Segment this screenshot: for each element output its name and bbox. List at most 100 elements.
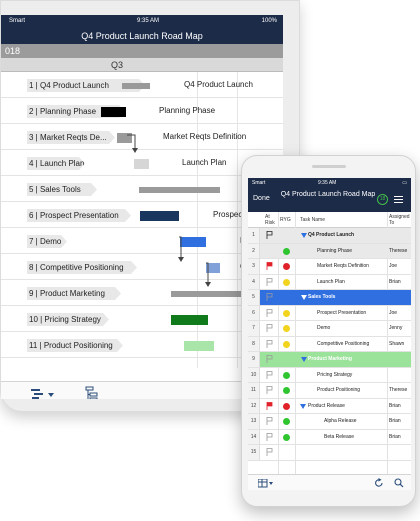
column-ryg[interactable]: RYG	[280, 217, 291, 223]
menu-icon[interactable]	[394, 196, 403, 205]
ryg-status-dot[interactable]	[283, 263, 290, 270]
task-name-cell[interactable]: Product Release	[308, 399, 345, 414]
grid-row[interactable]: 9 Product Marketing	[248, 352, 411, 368]
flag-icon[interactable]	[266, 370, 273, 379]
flag-icon[interactable]	[266, 324, 273, 332]
assigned-to-cell[interactable]: Brian	[389, 275, 401, 290]
assigned-to-cell[interactable]: Brian	[389, 399, 401, 414]
task-name-cell[interactable]: Product Marketing	[308, 352, 352, 367]
task-name-cell[interactable]: Planning Phase	[317, 244, 352, 259]
row-number[interactable]: 14	[248, 429, 260, 444]
grid-row[interactable]: 2 Planning Phase Therese	[248, 243, 411, 259]
ryg-status-dot[interactable]	[283, 418, 290, 425]
assigned-to-cell[interactable]: Brian	[389, 414, 401, 429]
row-number[interactable]: 8	[248, 336, 260, 351]
task-name-cell[interactable]: Product Positioning	[317, 383, 360, 398]
flag-icon[interactable]	[266, 355, 273, 363]
ryg-status-dot[interactable]	[283, 247, 290, 255]
battery-label: 100%	[261, 18, 277, 24]
refresh-icon[interactable]	[374, 478, 384, 488]
ryg-status-dot[interactable]	[283, 340, 290, 348]
row-number[interactable]: 1	[248, 228, 260, 243]
flag-icon[interactable]	[266, 277, 273, 286]
grid-row[interactable]: 4 Launch Plan Brian	[248, 274, 411, 290]
grid-view-icon[interactable]	[258, 479, 274, 488]
row-number[interactable]: 5	[248, 290, 260, 305]
row-number[interactable]: 4	[248, 274, 260, 289]
grid-row[interactable]: 7 Demo Jenny	[248, 321, 411, 337]
assigned-to-cell[interactable]: Brian	[389, 430, 401, 445]
hierarchy-icon[interactable]	[85, 386, 99, 399]
ryg-status-dot[interactable]	[283, 278, 290, 286]
task-name-cell[interactable]: Beta Release	[324, 430, 354, 445]
row-number[interactable]: 9	[248, 352, 260, 367]
grid-row[interactable]: 12 Product Release Brian	[248, 398, 411, 414]
ryg-status-dot[interactable]	[283, 309, 290, 317]
ryg-status-dot[interactable]	[283, 371, 290, 379]
task-name-cell[interactable]: Competitive Positioning	[317, 337, 369, 352]
assigned-to-cell[interactable]: Therese	[389, 383, 407, 398]
column-task-name[interactable]: Task Name	[300, 217, 325, 223]
ryg-status-dot[interactable]	[283, 402, 290, 410]
flag-icon[interactable]	[266, 308, 273, 317]
phone-rows: 1 Q4 Product Launch 2 Planning Phase Therese…	[248, 228, 411, 461]
grid-row[interactable]: 3 Market Reqts Definition Joe	[248, 259, 411, 275]
row-number[interactable]: 2	[248, 243, 260, 258]
done-button[interactable]: Done	[253, 195, 270, 202]
column-assigned-to[interactable]: Assigned To	[389, 214, 410, 226]
row-number[interactable]: 10	[248, 367, 260, 382]
flag-icon[interactable]	[266, 293, 273, 301]
assigned-to-cell[interactable]: Joe	[389, 306, 397, 321]
grid-row[interactable]: 15	[248, 445, 411, 461]
collapse-triangle-icon[interactable]	[301, 357, 307, 362]
flag-icon[interactable]	[266, 417, 273, 425]
ryg-status-dot[interactable]	[283, 325, 290, 332]
row-number[interactable]: 12	[248, 398, 260, 413]
assigned-to-cell[interactable]: Therese	[389, 244, 407, 259]
grid-row[interactable]: 14 Beta Release Brian	[248, 429, 411, 445]
task-name-cell[interactable]: Pricing Strategy	[317, 368, 352, 383]
collapse-triangle-icon[interactable]	[300, 403, 306, 409]
grid-row[interactable]: 10 Pricing Strategy	[248, 367, 411, 383]
timeline-quarter-header: Q3	[1, 58, 283, 72]
grid-row[interactable]: 13 Alpha Release Brian	[248, 414, 411, 430]
grid-row[interactable]: 8 Competitive Positioning Shawn	[248, 336, 411, 352]
row-number[interactable]: 15	[248, 445, 260, 460]
notification-badge[interactable]: 18	[377, 194, 388, 205]
grid-row[interactable]: 6 Prospect Presentation Joe	[248, 305, 411, 321]
row-number[interactable]: 3	[248, 259, 260, 274]
flag-icon[interactable]	[266, 448, 273, 456]
flag-icon[interactable]	[266, 432, 273, 441]
row-number[interactable]: 13	[248, 414, 260, 429]
phone-speaker	[312, 165, 346, 168]
task-name-cell[interactable]: Prospect Presentation	[317, 306, 366, 321]
row-number[interactable]: 6	[248, 305, 260, 320]
flag-icon[interactable]	[266, 339, 273, 348]
flag-icon[interactable]	[266, 262, 273, 270]
gantt-view-icon[interactable]	[31, 388, 57, 399]
collapse-triangle-icon[interactable]	[301, 295, 307, 300]
assigned-to-cell[interactable]: Jenny	[389, 321, 402, 336]
column-at-risk[interactable]: At Risk	[265, 214, 279, 226]
grid-row[interactable]: 5 Sales Tools	[248, 290, 411, 306]
collapse-triangle-icon[interactable]	[301, 233, 307, 238]
flag-icon[interactable]	[266, 231, 273, 239]
grid-row[interactable]: 11 Product Positioning Therese	[248, 383, 411, 399]
ryg-status-dot[interactable]	[283, 433, 290, 441]
task-name-cell[interactable]: Demo	[317, 321, 330, 336]
row-number[interactable]: 11	[248, 383, 260, 398]
flag-icon[interactable]	[266, 386, 273, 394]
task-name-cell[interactable]: Market Reqts Definition	[317, 259, 369, 274]
task-name-cell[interactable]: Q4 Product Launch	[308, 228, 354, 243]
assigned-to-cell[interactable]: Joe	[389, 259, 397, 274]
task-name-cell[interactable]: Alpha Release	[324, 414, 357, 429]
search-icon[interactable]	[394, 478, 404, 488]
ryg-status-dot[interactable]	[283, 387, 290, 394]
task-name-cell[interactable]: Launch Plan	[317, 275, 345, 290]
task-name-cell[interactable]: Sales Tools	[308, 290, 335, 305]
assigned-to-cell[interactable]: Shawn	[389, 337, 404, 352]
row-number[interactable]: 7	[248, 321, 260, 336]
flag-icon[interactable]	[266, 401, 273, 410]
grid-row[interactable]: 1 Q4 Product Launch	[248, 228, 411, 244]
phone-footer	[248, 474, 411, 490]
